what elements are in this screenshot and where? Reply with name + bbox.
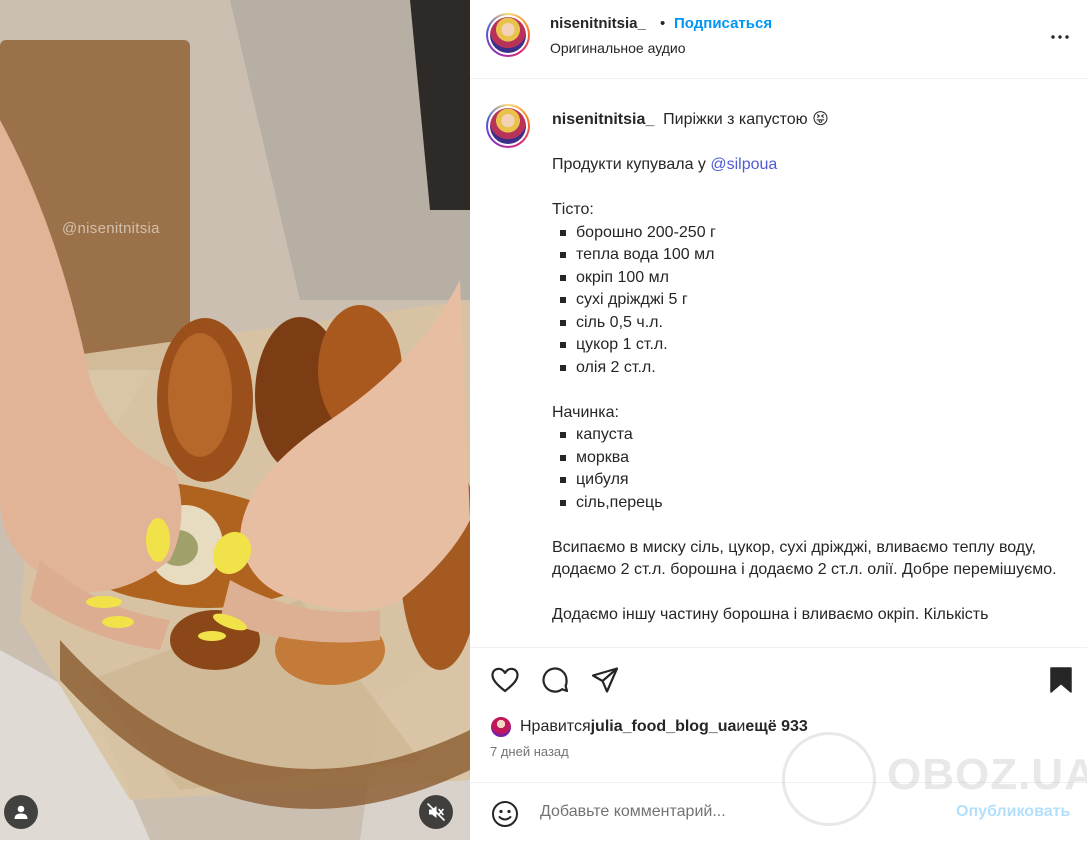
list-item: борошно 200-250 г <box>552 222 1072 245</box>
video-watermark: @nisenitnitsia <box>62 220 160 237</box>
post-timestamp[interactable]: 7 дней назад <box>490 744 569 759</box>
list-item: цукор 1 ст.л. <box>552 334 1072 357</box>
likes-count-link[interactable]: ещё 933 <box>745 718 807 736</box>
bookmark-filled-icon[interactable] <box>1046 665 1076 695</box>
instruction-step: Всипаємо в миску сіль, цукор, сухі дріжд… <box>552 538 1057 579</box>
user-icon <box>14 805 28 819</box>
author-username-link[interactable]: nisenitnitsia_ <box>550 15 646 32</box>
likes-summary: Нравится julia_food_blog_ua и ещё 933 <box>490 714 808 740</box>
likes-middle: и <box>736 718 746 735</box>
filling-ingredients-list: капуста морква цибуля сіль,перець <box>552 424 1072 514</box>
list-item: капуста <box>552 424 1072 447</box>
list-item: сіль 0,5 ч.л. <box>552 312 1072 335</box>
original-audio-link[interactable]: Оригинальное аудио <box>550 40 686 56</box>
caption-author-avatar[interactable] <box>486 104 530 148</box>
list-item: олія 2 ст.л. <box>552 357 1072 380</box>
heart-icon[interactable] <box>490 665 520 695</box>
filling-heading: Начинка: <box>552 403 619 421</box>
list-item: окріп 100 мл <box>552 267 1072 290</box>
caption-title: Пиріжки з капустою 😝 <box>663 111 829 128</box>
list-item: сіль,перець <box>552 492 1072 515</box>
likes-prefix: Нравится <box>520 718 591 735</box>
send-icon[interactable] <box>590 665 620 695</box>
post-caption: nisenitnitsia_ Пиріжки з капустою 😝 Прод… <box>552 109 1072 627</box>
comment-icon[interactable] <box>540 665 570 695</box>
caption-section: nisenitnitsia_ Пиріжки з капустою 😝 Прод… <box>470 79 1087 647</box>
comment-composer: Добавьте комментарий... Опубликовать <box>470 782 1087 841</box>
list-item: цибуля <box>552 469 1072 492</box>
separator-dot: • <box>660 15 666 32</box>
list-item: морква <box>552 447 1072 470</box>
muted-speaker-icon <box>427 803 445 821</box>
more-horizontal-icon[interactable] <box>1048 25 1072 49</box>
mute-toggle-button[interactable] <box>419 795 453 829</box>
liker-username-link[interactable]: julia_food_blog_ua <box>591 718 737 736</box>
avatar-image <box>490 108 526 144</box>
dough-ingredients-list: борошно 200-250 г тепла вода 100 мл окрі… <box>552 222 1072 380</box>
tagged-users-button[interactable] <box>4 795 38 829</box>
post-side-panel: nisenitnitsia_ • Подписаться Оригинально… <box>470 0 1087 840</box>
liker-avatar[interactable] <box>490 716 512 738</box>
mention-link[interactable]: @silpoua <box>710 156 777 173</box>
caption-username-link[interactable]: nisenitnitsia_ <box>552 111 654 128</box>
instruction-step: Додаємо іншу частину борошна і вливаємо … <box>552 606 989 623</box>
list-item: сухі дріжджі 5 г <box>552 289 1072 312</box>
dough-heading: Тісто: <box>552 201 594 218</box>
post-actions <box>470 647 1087 716</box>
video-frame <box>0 0 470 840</box>
author-avatar[interactable] <box>486 13 530 57</box>
post-header: nisenitnitsia_ • Подписаться Оригинально… <box>470 0 1087 79</box>
caption-intro-text: Продукти купувала у <box>552 156 711 173</box>
list-item: тепла вода 100 мл <box>552 244 1072 267</box>
post-video[interactable]: @nisenitnitsia <box>0 0 470 840</box>
smiley-icon[interactable] <box>490 799 520 829</box>
publish-comment-button[interactable]: Опубликовать <box>956 803 1070 821</box>
avatar-image <box>490 17 526 53</box>
comment-input[interactable]: Добавьте комментарий... <box>540 803 726 821</box>
follow-button[interactable]: Подписаться <box>674 15 772 32</box>
